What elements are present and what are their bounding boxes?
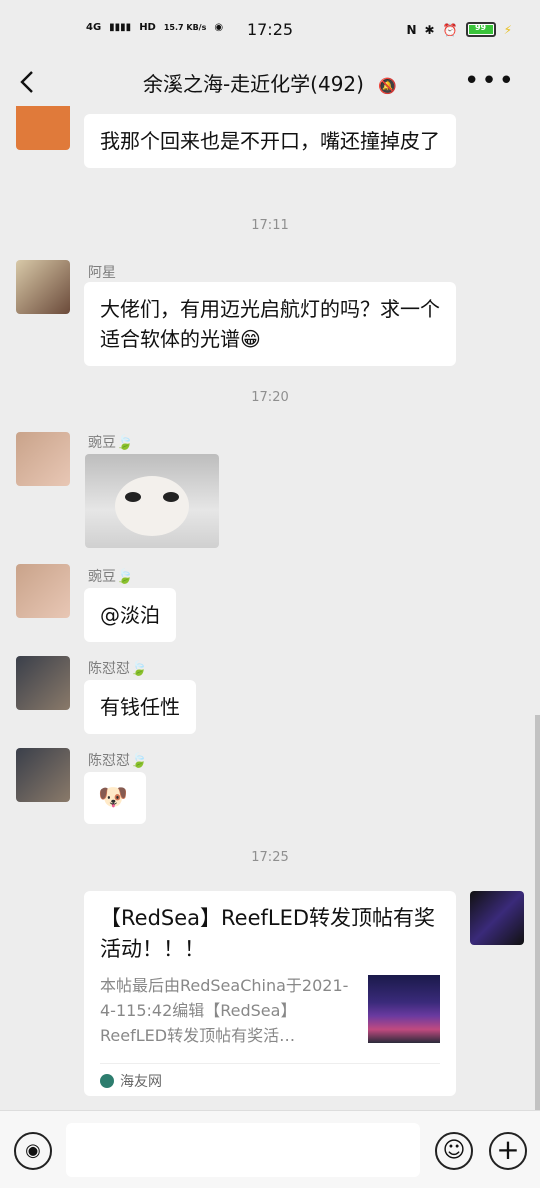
timestamp: 17:11 <box>251 218 289 233</box>
voice-button[interactable]: ◉ <box>14 1132 52 1170</box>
sender-name: 陈怼怼🍃 <box>88 661 148 677</box>
message-text: 有钱任性 <box>100 695 180 719</box>
cat-face <box>115 476 189 536</box>
message-text: 🐶 <box>98 783 128 811</box>
divider <box>100 1063 440 1064</box>
more-icon: ••• <box>463 66 516 96</box>
avatar[interactable] <box>16 106 70 150</box>
message-bubble[interactable]: @淡泊 <box>84 588 176 642</box>
link-source: 海友网 <box>100 1071 162 1091</box>
source-name: 海友网 <box>120 1074 162 1090</box>
link-card[interactable]: 【RedSea】ReefLED转发顶帖有奖活动！！！ 本帖最后由RedSeaCh… <box>84 891 456 1096</box>
charging-icon: ⚡ <box>503 22 512 37</box>
sender-name: 陈怼怼🍃 <box>88 753 148 769</box>
cat-eye <box>125 492 141 502</box>
avatar[interactable] <box>16 748 70 802</box>
status-right: N ✱ ⏰ 99 ⚡ <box>406 22 512 37</box>
avatar[interactable] <box>16 656 70 710</box>
input-bar: ◉ ☺ + <box>0 1110 540 1188</box>
scrollbar[interactable] <box>535 715 540 1110</box>
message-bubble[interactable]: 🐶 <box>84 772 146 824</box>
voice-icon: ◉ <box>25 1140 41 1161</box>
battery-icon: 99 <box>465 22 496 37</box>
bluetooth-icon: ✱ <box>424 22 435 37</box>
avatar[interactable] <box>16 260 70 314</box>
alarm-icon: ⏰ <box>442 22 458 37</box>
timestamp: 17:25 <box>251 850 289 865</box>
chat-title[interactable]: 余溪之海-走近化学(492) 🔕 <box>0 68 540 97</box>
sender-name: 豌豆🍃 <box>88 435 134 451</box>
message-input[interactable] <box>66 1123 420 1177</box>
link-title: 【RedSea】ReefLED转发顶帖有奖活动！！！ <box>100 906 436 961</box>
sender-name: 豌豆🍃 <box>88 569 134 585</box>
source-icon <box>100 1074 114 1088</box>
image-message[interactable] <box>85 454 219 548</box>
more-button[interactable]: ••• <box>464 66 516 96</box>
bell-off-icon: 🔕 <box>378 77 398 95</box>
link-thumbnail <box>368 975 440 1043</box>
avatar[interactable] <box>16 432 70 486</box>
nfc-icon: N <box>406 22 417 37</box>
message-bubble[interactable]: 有钱任性 <box>84 680 196 734</box>
link-description: 本帖最后由RedSeaChina于2021-4-115:42编辑【RedSea】… <box>100 976 349 1045</box>
message-text: 我那个回来也是不开口，嘴还撞掉皮了 <box>100 129 440 153</box>
cat-eye <box>163 492 179 502</box>
chat-header: 余溪之海-走近化学(492) 🔕 ••• <box>0 62 540 106</box>
avatar[interactable] <box>470 891 524 945</box>
message-text: @淡泊 <box>100 603 160 627</box>
message-bubble[interactable]: 我那个回来也是不开口，嘴还撞掉皮了 <box>84 114 456 168</box>
emoji-icon: ☺ <box>442 1138 466 1163</box>
emoji-button[interactable]: ☺ <box>435 1132 473 1170</box>
plus-icon: + <box>496 1133 520 1166</box>
message-bubble[interactable]: 大佬们，有用迈光启航灯的吗？求一个适合软体的光谱😁 <box>84 282 456 366</box>
plus-button[interactable]: + <box>489 1132 527 1170</box>
group-name: 余溪之海-走近化学(492) <box>142 72 364 96</box>
sender-name: 阿星 <box>88 265 116 281</box>
message-text: 大佬们，有用迈光启航灯的吗？求一个适合软体的光谱😁 <box>100 297 440 351</box>
timestamp: 17:20 <box>251 390 289 405</box>
battery-level: 99 <box>474 23 487 32</box>
status-bar: 4G ▮▮▮▮ HD 15.7 KB/s ◉ 17:25 N ✱ ⏰ 99 ⚡ <box>0 0 540 62</box>
avatar[interactable] <box>16 564 70 618</box>
